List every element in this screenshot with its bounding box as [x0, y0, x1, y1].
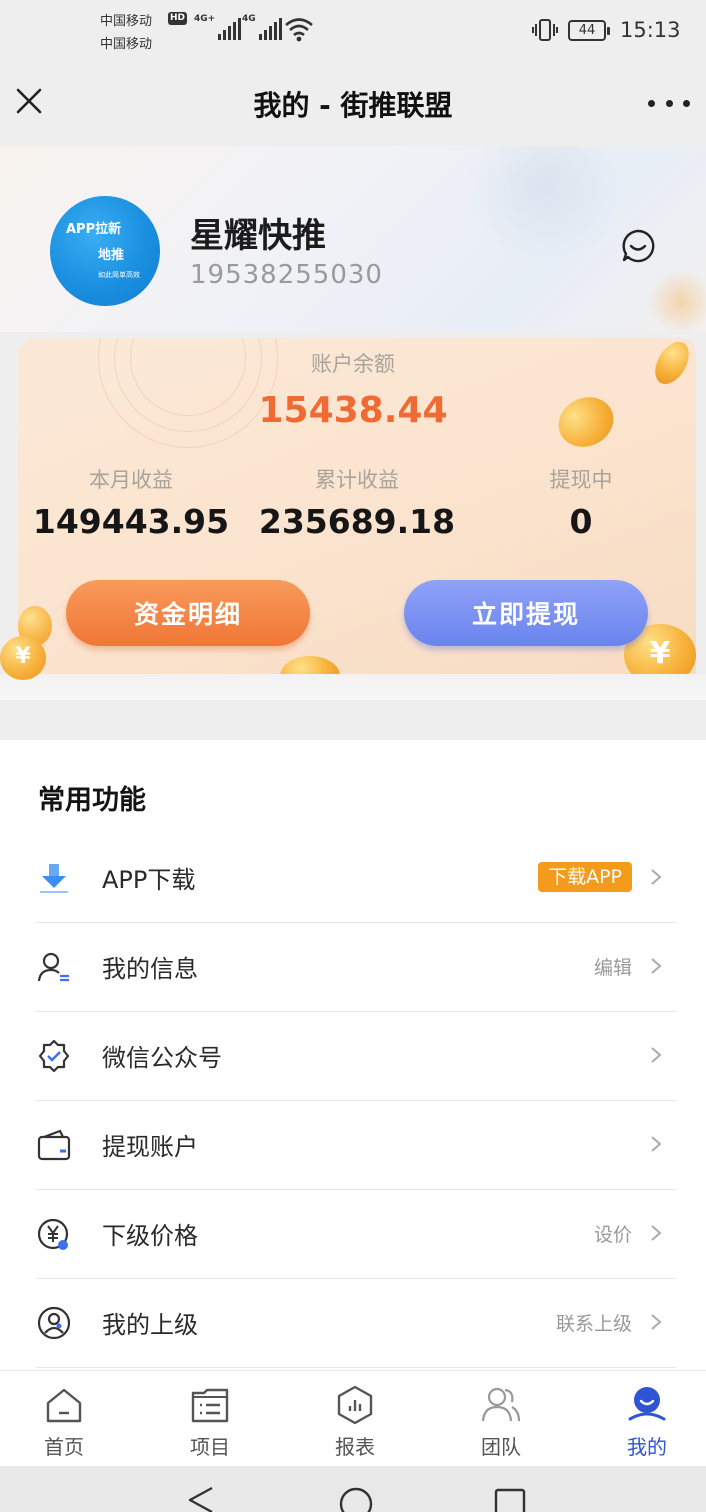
- menu-item-label: 我的信息: [102, 955, 198, 983]
- chevron-right-icon: [651, 958, 662, 974]
- download-icon: [40, 864, 68, 893]
- user-name: 星耀快推: [190, 216, 326, 256]
- project-list-icon: [191, 1388, 229, 1423]
- tab-label: 首页: [44, 1435, 84, 1459]
- profile-header: APP拉新 地推 如此简单高效 星耀快推 19538255030: [0, 146, 706, 332]
- recents-square-icon[interactable]: [494, 1486, 526, 1512]
- menu-item-my-superior[interactable]: 我的上级 联系上级: [36, 1279, 676, 1368]
- avatar-text-3: 如此简单高效: [98, 271, 140, 279]
- menu-item-label: 下级价格: [102, 1222, 198, 1250]
- wifi-icon: [285, 18, 313, 42]
- report-chart-icon: [337, 1385, 373, 1425]
- network-type-1: 4G+: [194, 14, 216, 24]
- functions-title: 常用功能: [38, 785, 146, 816]
- coin-decoration: ¥: [0, 636, 46, 680]
- vibrate-icon: [532, 19, 558, 41]
- tab-team[interactable]: 团队: [461, 1371, 541, 1467]
- stat-value-withdrawing: 0: [569, 502, 593, 541]
- fund-details-button[interactable]: 资金明细: [66, 580, 310, 646]
- status-bar: 中国移动 HD 中国移动 4G+ 4G 44 15:13: [0, 0, 706, 62]
- more-dots-icon[interactable]: [648, 92, 690, 114]
- tab-label: 报表: [335, 1435, 375, 1459]
- chevron-right-icon: [651, 1314, 662, 1330]
- coin-glyph: ¥: [649, 636, 671, 671]
- chevron-right-icon: [651, 1136, 662, 1152]
- verified-badge-icon: [38, 1039, 70, 1073]
- coin-glyph: ¥: [15, 644, 31, 669]
- menu-item-label: 微信公众号: [102, 1044, 222, 1072]
- tab-label: 团队: [481, 1435, 521, 1459]
- menu-item-label: APP下载: [102, 866, 196, 894]
- set-price-link: 设价: [593, 1224, 632, 1246]
- carrier-label-1: 中国移动: [100, 14, 153, 29]
- battery-indicator: 44: [568, 20, 610, 41]
- avatar[interactable]: APP拉新 地推 如此简单高效: [50, 196, 160, 306]
- home-icon: [46, 1388, 82, 1423]
- menu-item-withdraw-account[interactable]: 提现账户: [36, 1101, 676, 1190]
- tab-project[interactable]: 项目: [170, 1371, 250, 1467]
- balance-value: 15438.44: [258, 390, 448, 431]
- chat-bubble-icon[interactable]: [620, 228, 656, 264]
- user-info-icon: [37, 952, 69, 982]
- title-bar: 我的 - 街推联盟: [0, 62, 706, 146]
- stat-value-total: 235689.18: [258, 502, 456, 541]
- profile-icon: [628, 1387, 666, 1421]
- superior-user-icon: [37, 1306, 71, 1340]
- coin-decoration: [280, 656, 340, 674]
- signal-icon-1: 4G+: [194, 14, 242, 40]
- team-icon: [481, 1387, 521, 1422]
- avatar-text-2: 地推: [98, 248, 125, 263]
- system-nav-bar: [0, 1466, 706, 1512]
- home-circle-icon[interactable]: [338, 1486, 374, 1512]
- menu-item-wechat-official[interactable]: 微信公众号: [36, 1012, 676, 1101]
- menu-item-my-info[interactable]: 我的信息 编辑: [36, 923, 676, 1012]
- page-title: 我的 - 街推联盟: [253, 89, 453, 122]
- tab-mine[interactable]: 我的: [607, 1371, 687, 1467]
- menu-item-app-download[interactable]: APP下载 下载APP: [36, 834, 676, 923]
- balance-label: 账户余额: [311, 352, 395, 376]
- withdraw-button[interactable]: 立即提现: [404, 580, 648, 646]
- chevron-right-icon: [651, 869, 662, 885]
- chevron-right-icon: [651, 1225, 662, 1241]
- network-type-2: 4G: [242, 14, 256, 24]
- tab-home[interactable]: 首页: [24, 1371, 104, 1467]
- card-shadow: [0, 674, 706, 700]
- hd-badge: HD: [168, 12, 188, 25]
- avatar-text-1: APP拉新: [66, 222, 122, 237]
- download-app-badge[interactable]: 下载APP: [538, 862, 632, 892]
- menu-item-label: 我的上级: [102, 1311, 198, 1339]
- signal-icon-2: 4G: [242, 14, 282, 40]
- stat-label-total: 累计收益: [315, 468, 399, 492]
- stat-label-withdrawing: 提现中: [549, 468, 613, 492]
- user-phone: 19538255030: [190, 260, 383, 290]
- menu-item-sub-price[interactable]: 下级价格 设价: [36, 1190, 676, 1279]
- back-triangle-icon[interactable]: [184, 1486, 216, 1512]
- contact-superior-link: 联系上级: [555, 1313, 632, 1335]
- wallet-icon: [37, 1129, 71, 1161]
- stat-value-month: 149443.95: [32, 502, 230, 541]
- edit-link: 编辑: [593, 957, 632, 979]
- tab-label: 项目: [190, 1435, 230, 1459]
- chevron-right-icon: [651, 1047, 662, 1063]
- bottom-nav: 首页 项目 报表 团队 我的: [0, 1370, 706, 1466]
- price-yuan-icon: [37, 1218, 69, 1250]
- carrier-label-2: 中国移动: [100, 37, 153, 52]
- stat-label-month: 本月收益: [89, 468, 173, 492]
- tab-report[interactable]: 报表: [315, 1371, 395, 1467]
- tab-label: 我的: [627, 1435, 667, 1459]
- clock: 15:13: [620, 18, 681, 42]
- menu-item-label: 提现账户: [102, 1133, 198, 1161]
